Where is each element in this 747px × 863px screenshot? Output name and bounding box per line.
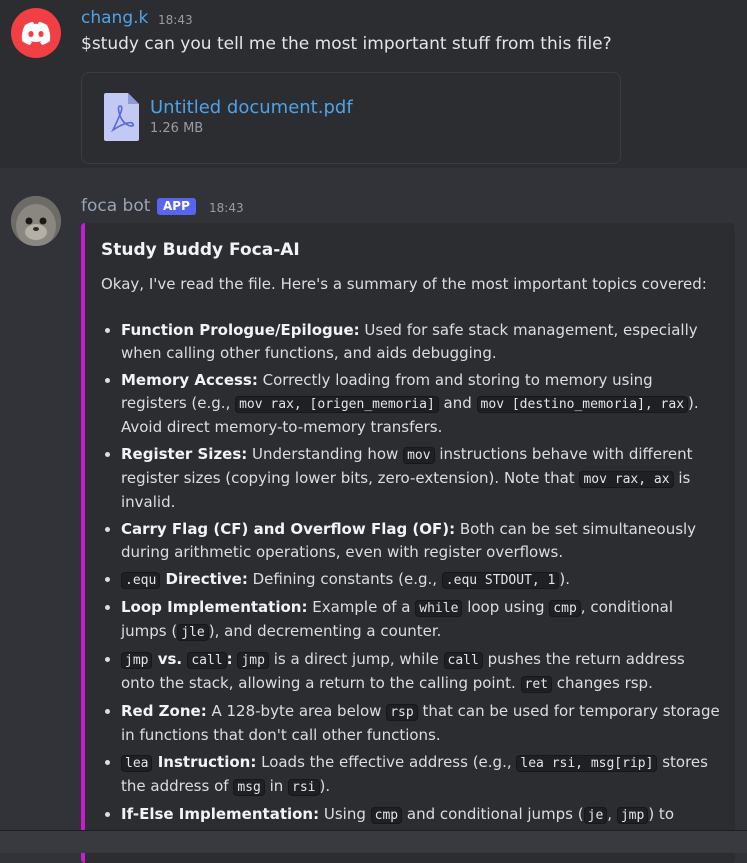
bot-embed: Study Buddy Foca-AI Okay, I've read the …	[81, 223, 735, 863]
avatar-discord[interactable]	[11, 8, 61, 58]
list-item: Function Prologue/Epilogue: Used for saf…	[121, 319, 721, 365]
list-item: Memory Access: Correctly loading from an…	[121, 369, 721, 439]
timestamp: 18:43	[158, 13, 193, 27]
username-chang[interactable]: chang.k	[81, 8, 148, 28]
attachment-size: 1.26 MB	[150, 121, 204, 136]
app-badge: APP	[157, 198, 196, 215]
message-text: $study can you tell me the most importan…	[81, 34, 612, 54]
summary-list: Function Prologue/Epilogue: Used for saf…	[101, 319, 721, 831]
embed-title: Study Buddy Foca-AI	[101, 240, 300, 260]
discord-logo-icon	[21, 22, 51, 45]
file-attachment[interactable]: Untitled document.pdf 1.26 MB	[81, 72, 621, 164]
username-foca-bot[interactable]: foca bot	[81, 196, 150, 216]
list-item: Red Zone: A 128-byte area below rsp that…	[121, 700, 721, 747]
list-item: Register Sizes: Understanding how mov in…	[121, 443, 721, 514]
seal-avatar-icon	[11, 196, 61, 246]
attachment-filename[interactable]: Untitled document.pdf	[150, 97, 353, 118]
message-chang: chang.k 18:43 $study can you tell me the…	[0, 0, 747, 168]
list-item: Loop Implementation: Example of a while …	[121, 596, 721, 644]
list-item: jmp vs. call: jmp is a direct jump, whil…	[121, 648, 721, 696]
list-item: If-Else Implementation: Using cmp and co…	[121, 803, 721, 827]
embed-intro: Okay, I've read the file. Here's a summa…	[101, 275, 707, 293]
timestamp: 18:43	[209, 201, 244, 215]
avatar-seal[interactable]	[11, 196, 61, 246]
list-item: Carry Flag (CF) and Overflow Flag (OF): …	[121, 518, 721, 564]
list-item: .equ Directive: Defining constants (e.g.…	[121, 568, 721, 592]
pdf-file-icon	[104, 93, 139, 141]
message-input-bar[interactable]	[0, 830, 747, 853]
list-item: lea Instruction: Loads the effective add…	[121, 751, 721, 799]
